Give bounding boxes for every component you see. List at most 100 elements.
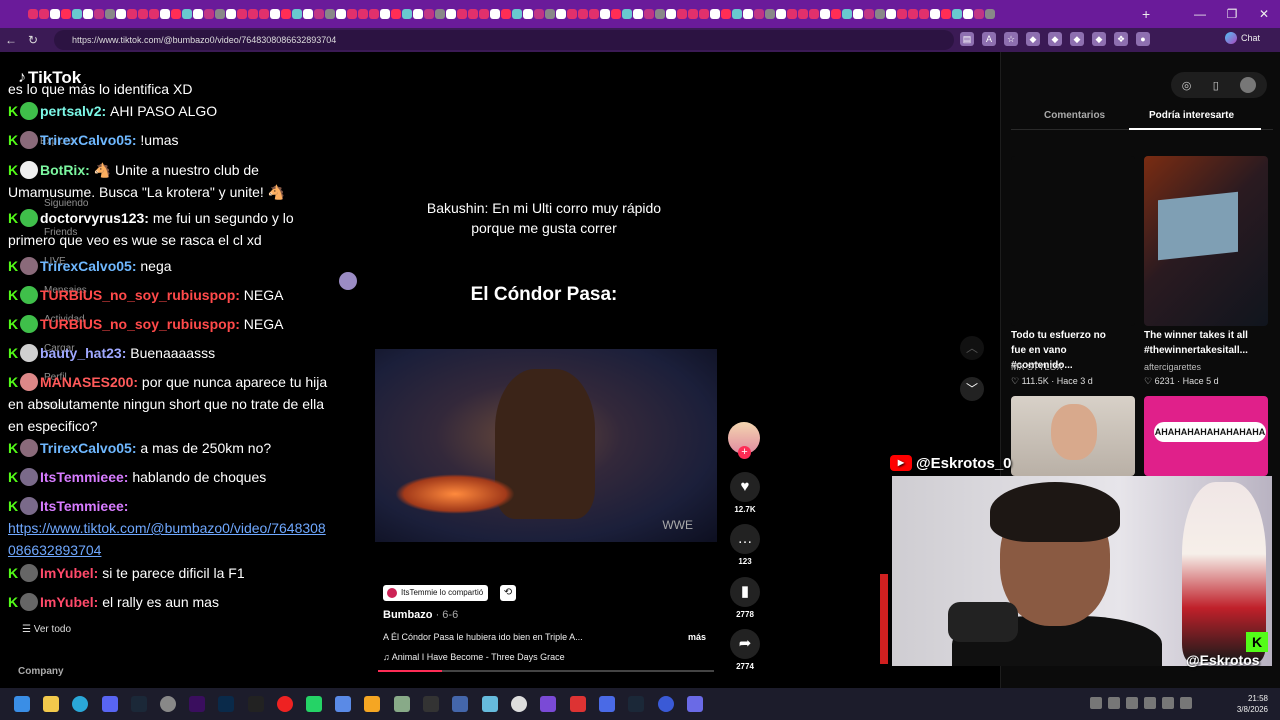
extension-icon[interactable]: ◆ — [1092, 32, 1106, 46]
next-video-button[interactable]: ﹀ — [960, 377, 984, 401]
extension-icon[interactable]: ◆ — [1026, 32, 1040, 46]
browser-tab[interactable] — [347, 9, 357, 19]
browser-tab[interactable] — [743, 9, 753, 19]
minimize-button[interactable]: — — [1184, 7, 1216, 21]
browser-tab[interactable] — [644, 9, 654, 19]
footer-company[interactable]: Company — [18, 666, 64, 677]
like-action[interactable]: ♥ 12.7K — [729, 472, 761, 514]
taskbar-clock[interactable]: 21:58 3/8/2026 — [1237, 693, 1268, 715]
shared-by-badge[interactable]: ItsTemmie lo compartió — [383, 585, 489, 601]
extension-icon[interactable]: ◆ — [1070, 32, 1084, 46]
collections-icon[interactable]: ❖ — [1114, 32, 1128, 46]
video-music[interactable]: ♫ Animal I Have Become - Three Days Grac… — [383, 652, 565, 662]
app-icon[interactable] — [570, 696, 586, 712]
steam-icon[interactable] — [131, 696, 147, 712]
recommended-thumbnail[interactable] — [1144, 156, 1268, 326]
recommended-author[interactable]: aftercigarettes — [1144, 362, 1201, 372]
app-icon[interactable] — [248, 696, 264, 712]
browser-tab[interactable] — [754, 9, 764, 19]
browser-tab[interactable] — [160, 9, 170, 19]
browser-tab[interactable] — [292, 9, 302, 19]
browser-tab[interactable] — [776, 9, 786, 19]
browser-tab[interactable] — [534, 9, 544, 19]
video-player[interactable]: WWE — [375, 349, 717, 542]
app-icon[interactable] — [658, 696, 674, 712]
browser-tab[interactable] — [39, 9, 49, 19]
browser-tab[interactable] — [358, 9, 368, 19]
browser-tab[interactable] — [380, 9, 390, 19]
browser-tab[interactable] — [523, 9, 533, 19]
browser-tab[interactable] — [248, 9, 258, 19]
app-icon[interactable] — [335, 696, 351, 712]
browser-tab[interactable] — [50, 9, 60, 19]
browser-tab[interactable] — [369, 9, 379, 19]
browser-tab[interactable] — [149, 9, 159, 19]
discord-icon[interactable] — [102, 696, 118, 712]
browser-tab[interactable] — [182, 9, 192, 19]
browser-tab[interactable] — [556, 9, 566, 19]
more-link[interactable]: más — [688, 632, 706, 642]
browser-tab[interactable] — [259, 9, 269, 19]
browser-tab[interactable] — [897, 9, 907, 19]
file-explorer-icon[interactable] — [43, 696, 59, 712]
browser-tab[interactable] — [479, 9, 489, 19]
browser-tab[interactable] — [94, 9, 104, 19]
app-icon[interactable] — [540, 696, 556, 712]
browser-tab[interactable] — [116, 9, 126, 19]
browser-tab[interactable] — [688, 9, 698, 19]
steam-icon[interactable] — [628, 696, 644, 712]
tray-icon[interactable] — [1108, 697, 1120, 709]
tray-icon[interactable] — [1144, 697, 1156, 709]
app-icon[interactable] — [423, 696, 439, 712]
obs-icon[interactable] — [160, 696, 176, 712]
browser-tab[interactable] — [622, 9, 632, 19]
browser-tab[interactable] — [820, 9, 830, 19]
browser-tab[interactable] — [281, 9, 291, 19]
share-action[interactable]: ➦ 2774 — [729, 629, 761, 671]
recommended-thumbnail[interactable] — [1011, 156, 1135, 326]
browser-tab[interactable] — [83, 9, 93, 19]
browser-tab[interactable] — [886, 9, 896, 19]
favorite-icon[interactable]: ☆ — [1004, 32, 1018, 46]
browser-tab[interactable] — [611, 9, 621, 19]
repost-icon[interactable]: ⟲ — [500, 585, 516, 601]
new-tab-button[interactable]: + — [1142, 6, 1150, 22]
copilot-chat-button[interactable]: Chat — [1224, 32, 1260, 44]
browser-tab[interactable] — [204, 9, 214, 19]
save-action[interactable]: ▮ 2778 — [729, 577, 761, 619]
browser-tab[interactable] — [875, 9, 885, 19]
tray-icon[interactable] — [1090, 697, 1102, 709]
browser-tab[interactable] — [270, 9, 280, 19]
browser-tab[interactable] — [864, 9, 874, 19]
browser-tab[interactable] — [655, 9, 665, 19]
browser-tab-strip[interactable] — [0, 0, 1280, 28]
browser-tab[interactable] — [666, 9, 676, 19]
translate-icon[interactable]: A — [982, 32, 996, 46]
browser-tab[interactable] — [457, 9, 467, 19]
browser-tab[interactable] — [732, 9, 742, 19]
browser-tab[interactable] — [941, 9, 951, 19]
tab-recommended[interactable]: Podría interesarte — [1149, 110, 1234, 121]
premiere-icon[interactable] — [189, 696, 205, 712]
tray-icon[interactable] — [1126, 697, 1138, 709]
app-icon[interactable] — [394, 696, 410, 712]
browser-tab[interactable] — [314, 9, 324, 19]
browser-tab[interactable] — [468, 9, 478, 19]
browser-tab[interactable] — [633, 9, 643, 19]
recommended-thumbnail[interactable] — [1011, 396, 1135, 476]
tab-comments[interactable]: Comentarios — [1044, 110, 1105, 121]
browser-tab[interactable] — [171, 9, 181, 19]
browser-tab[interactable] — [710, 9, 720, 19]
profile-avatar[interactable]: ● — [1136, 32, 1150, 46]
ver-todo-link[interactable]: ☰ Ver todo — [22, 624, 71, 635]
browser-tab[interactable] — [61, 9, 71, 19]
browser-tab[interactable] — [908, 9, 918, 19]
chat-link[interactable]: https://www.tiktok.com/@bumbazo0/video/7… — [8, 520, 326, 558]
edge-icon[interactable] — [72, 696, 88, 712]
browser-tab[interactable] — [105, 9, 115, 19]
browser-tab[interactable] — [325, 9, 335, 19]
browser-tab[interactable] — [589, 9, 599, 19]
browser-tab[interactable] — [193, 9, 203, 19]
browser-tab[interactable] — [919, 9, 929, 19]
video-author[interactable]: Bumbazo · 6-6 — [383, 609, 458, 621]
